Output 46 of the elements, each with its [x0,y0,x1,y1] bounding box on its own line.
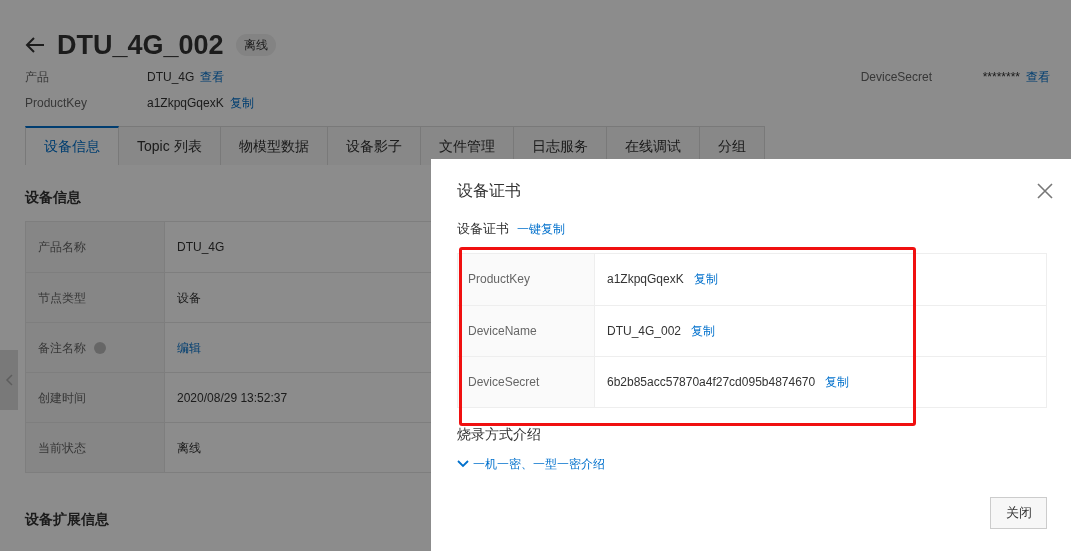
field-label: ProductKey [25,95,89,112]
intro-link[interactable]: 一机一密、一型一密介绍 [457,454,1047,473]
row-label: ProductKey [468,271,531,288]
field-label: DeviceSecret [860,69,933,86]
edit-link[interactable]: 编辑 [177,338,201,357]
row-value: 离线 [177,439,201,457]
close-icon[interactable] [1037,183,1053,199]
row-value: 2020/08/29 13:52:37 [177,389,288,407]
row-value: a1ZkpqGqexK [607,271,684,288]
section-title: 烧录方式介绍 [457,424,542,444]
field-label: 产品 [25,69,50,86]
copy-link[interactable]: 复制 [693,270,718,288]
field-value: a1ZkpqGqexK [147,95,224,112]
close-button[interactable]: 关闭 [990,496,1047,529]
row-label: 备注名称 [38,339,86,357]
status-badge: 离线 [235,34,276,56]
collapse-handle[interactable] [0,350,18,410]
link[interactable]: 查看 [200,68,225,86]
field-value: ******** [982,69,1020,86]
row-value: 6b2b85acc57870a4f27cd095b4874670 [607,373,816,391]
row-label: DeviceSecret [468,373,540,391]
row-value: DTU_4G_002 [607,322,682,340]
copy-link[interactable]: 复制 [825,372,850,391]
row-label: 节点类型 [38,289,86,307]
row-label: DeviceName [468,322,537,340]
section-title: 设备扩展信息 [25,510,109,529]
copy-all-link[interactable]: 一键复制 [517,219,565,238]
dialog-title: 设备证书 [457,181,521,201]
tab[interactable]: Topic 列表 [119,126,221,165]
subtitle: 设备证书 [457,220,509,238]
field-value: DTU_4G [147,69,195,86]
back-arrow-icon[interactable] [25,37,45,53]
link[interactable]: 查看 [1026,68,1050,86]
link[interactable]: 复制 [229,94,254,112]
row-label: 当前状态 [38,439,86,457]
tab[interactable]: 物模型数据 [220,126,328,165]
row-label: 产品名称 [38,239,86,256]
row-value: 设备 [177,289,201,307]
row-value: DTU_4G [177,239,225,256]
section-title: 设备信息 [25,188,81,207]
row-label: 创建时间 [38,389,86,407]
page-title: DTU_4G_002 [57,28,224,62]
chevron-left-icon [5,374,13,386]
copy-link[interactable]: 复制 [691,321,716,340]
tab[interactable]: 设备信息 [25,126,119,165]
tab[interactable]: 设备影子 [327,126,421,165]
